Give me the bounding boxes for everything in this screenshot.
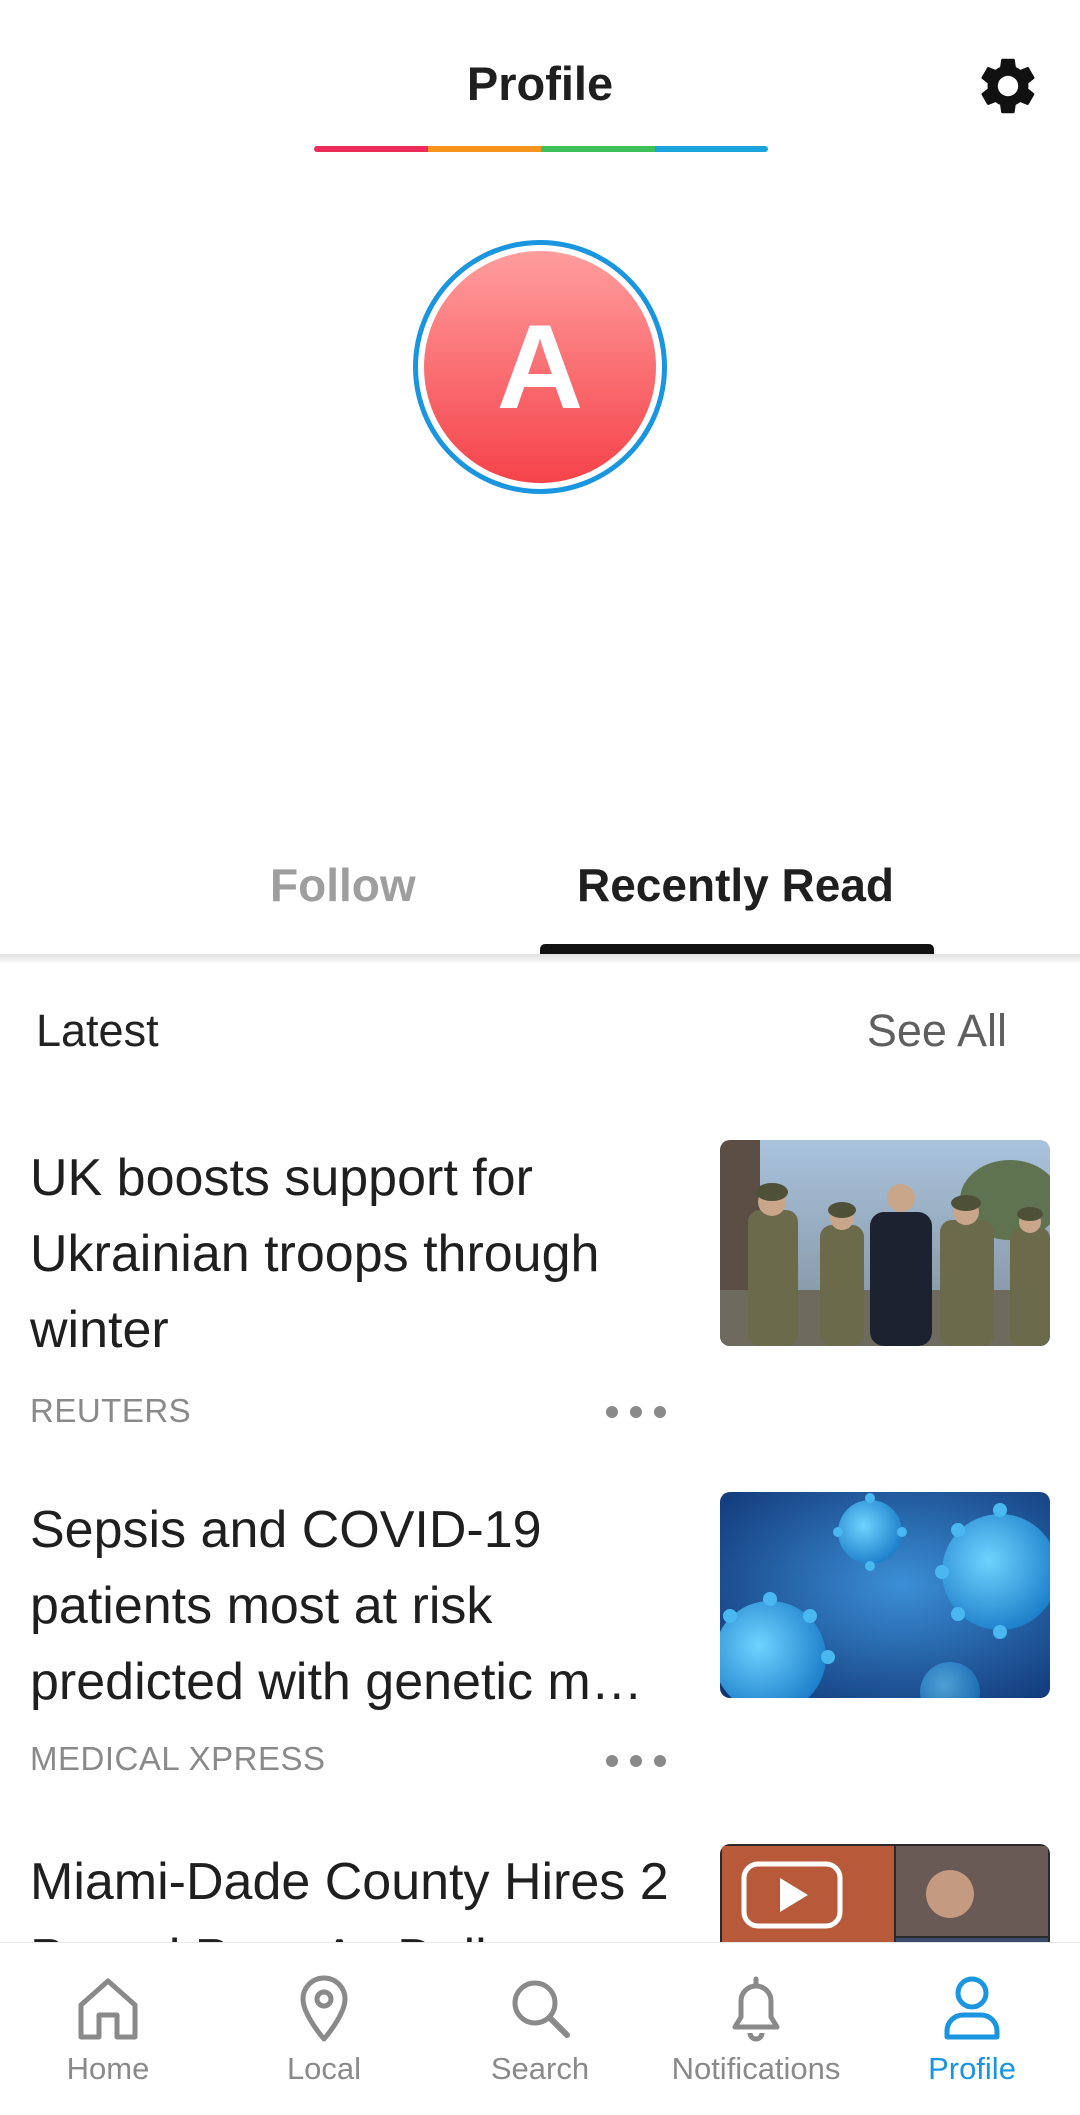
- article-title[interactable]: Sepsis and COVID-19 patients most at ris…: [30, 1492, 670, 1720]
- tab-bar: Follow Recently Read: [0, 840, 1080, 954]
- nav-search[interactable]: Search: [432, 1943, 648, 2115]
- article-source: REUTERS: [30, 1392, 192, 1429]
- nav-home[interactable]: Home: [0, 1943, 216, 2115]
- article-title[interactable]: UK boosts support for Ukrainian troops t…: [30, 1140, 670, 1368]
- bell-icon: [732, 1976, 780, 2042]
- article-thumbnail[interactable]: [720, 1140, 1050, 1346]
- article-title[interactable]: Miami-Dade County Hires 2 Pound Pass As …: [30, 1844, 670, 1944]
- tab-divider: [0, 954, 1080, 964]
- search-icon: [512, 1980, 570, 2038]
- more-options-icon[interactable]: [606, 1402, 666, 1422]
- header: Profile: [0, 0, 1080, 170]
- see-all-link[interactable]: See All: [867, 1005, 1007, 1057]
- person-icon: [944, 1976, 1000, 2040]
- tab-recently-read[interactable]: Recently Read: [577, 858, 894, 912]
- section-title: Latest: [36, 1005, 159, 1056]
- section-header: Latest See All: [0, 1005, 1080, 1065]
- article-item[interactable]: UK boosts support for Ukrainian troops t…: [0, 1140, 1080, 1470]
- nav-label: Search: [490, 2051, 590, 2086]
- avatar-ring[interactable]: A: [413, 240, 667, 494]
- page-title: Profile: [466, 57, 614, 110]
- settings-gear-icon[interactable]: [974, 52, 1042, 120]
- nav-label: Notifications: [671, 2051, 841, 2086]
- nav-profile[interactable]: Profile: [864, 1943, 1080, 2115]
- tab-active-indicator: [540, 944, 934, 954]
- home-icon: [78, 1978, 138, 2040]
- rainbow-underline: [314, 146, 768, 152]
- bottom-navigation: Home Local Search Notifications Profile: [0, 1942, 1080, 2115]
- nav-notifications[interactable]: Notifications: [648, 1943, 864, 2115]
- article-item[interactable]: Sepsis and COVID-19 patients most at ris…: [0, 1492, 1080, 1822]
- tab-follow[interactable]: Follow: [270, 858, 416, 912]
- nav-label: Profile: [928, 2051, 1016, 2086]
- avatar[interactable]: A: [424, 251, 656, 483]
- article-source: MEDICAL XPRESS: [30, 1740, 326, 1777]
- more-options-icon[interactable]: [606, 1751, 666, 1771]
- nav-label: Local: [286, 2051, 362, 2086]
- location-pin-icon: [300, 1975, 348, 2042]
- nav-label: Home: [66, 2051, 150, 2086]
- article-thumbnail[interactable]: [720, 1492, 1050, 1698]
- nav-local[interactable]: Local: [216, 1943, 432, 2115]
